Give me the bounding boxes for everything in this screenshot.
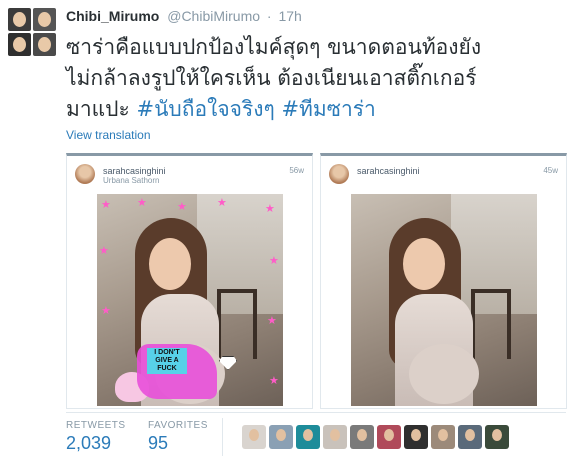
view-translation-link[interactable]: View translation — [66, 128, 151, 142]
card-avatar[interactable] — [329, 164, 349, 184]
photo-chair — [217, 289, 257, 359]
photo-face — [149, 238, 191, 290]
favoriters-row — [242, 425, 509, 449]
favorites-label: FAVORITES — [148, 420, 208, 431]
star-icon: ★ — [267, 315, 277, 327]
sticker-caption: I DON'T GIVE A FUCK — [147, 348, 187, 374]
card-avatar[interactable] — [75, 164, 95, 184]
tweet-text-line: ซาร่าคือแบบปกป้องไมค์สุดๆ ขนาดตอนท้องยัง — [66, 35, 482, 59]
avatar-tile — [33, 8, 56, 31]
instagram-card[interactable]: sarahcasinghini Urbana Sathorn 56w I DON… — [66, 153, 313, 409]
tweet-text-fragment: มาแปะ — [66, 97, 137, 121]
separator: · — [266, 8, 272, 24]
hashtag-link[interactable]: #นับถือใจจริงๆ — [136, 97, 274, 121]
star-icon: ★ — [99, 245, 109, 257]
card-photo[interactable]: I DON'T GIVE A FUCK ★ ★ ★ ★ ★ ★ ★ ★ ★ ★ — [97, 194, 283, 406]
card-age: 56w — [289, 166, 304, 175]
retweets-label: RETWEETS — [66, 420, 126, 431]
user-avatar[interactable] — [296, 425, 320, 449]
card-photo[interactable] — [351, 194, 537, 406]
hashtag-link[interactable]: #ทีมซาร่า — [281, 97, 375, 121]
retweets-count[interactable]: 2,039 — [66, 433, 126, 454]
user-avatar[interactable] — [458, 425, 482, 449]
stats-separator — [222, 418, 223, 456]
star-icon: ★ — [269, 375, 279, 387]
star-icon: ★ — [137, 197, 147, 209]
user-avatar[interactable] — [242, 425, 266, 449]
photo-belly — [409, 344, 479, 404]
card-age: 45w — [543, 166, 558, 175]
favorites-stat[interactable]: FAVORITES 95 — [148, 420, 208, 454]
tweet-text-line: มาแปะ #นับถือใจจริงๆ #ทีมซาร่า — [66, 94, 566, 125]
star-icon: ★ — [177, 201, 187, 213]
photo-chair — [471, 289, 511, 359]
user-handle[interactable]: @ChibiMirumo — [167, 8, 260, 24]
card-location[interactable]: Urbana Sathorn — [103, 176, 159, 185]
tweet-header: Chibi_Mirumo @ChibiMirumo · 17h — [66, 8, 302, 24]
photo-face — [403, 238, 445, 290]
stats-divider — [66, 412, 566, 413]
display-name[interactable]: Chibi_Mirumo — [66, 8, 159, 24]
user-avatar[interactable] — [431, 425, 455, 449]
avatar-tile — [33, 33, 56, 56]
star-icon: ★ — [101, 305, 111, 317]
card-username[interactable]: sarahcasinghini — [357, 166, 420, 176]
user-avatar[interactable] — [404, 425, 428, 449]
user-avatar[interactable] — [485, 425, 509, 449]
tweet-timestamp[interactable]: 17h — [278, 8, 301, 24]
user-avatar[interactable] — [269, 425, 293, 449]
retweets-stat[interactable]: RETWEETS 2,039 — [66, 420, 126, 454]
card-username[interactable]: sarahcasinghini — [103, 166, 166, 176]
user-avatar[interactable] — [350, 425, 374, 449]
tweet-text: ซาร่าคือแบบปกป้องไมค์สุดๆ ขนาดตอนท้องยัง… — [66, 32, 566, 125]
profile-avatar[interactable] — [8, 8, 56, 56]
instagram-card[interactable]: sarahcasinghini 45w — [320, 153, 567, 409]
user-avatar[interactable] — [377, 425, 401, 449]
star-icon: ★ — [101, 199, 111, 211]
avatar-tile — [8, 8, 31, 31]
user-avatar[interactable] — [323, 425, 347, 449]
avatar-tile — [8, 33, 31, 56]
favorites-count[interactable]: 95 — [148, 433, 208, 454]
tweet-text-line: ไม่กล้าลงรูปให้ใครเห็น ต้องเนียนเอาสติ๊ก… — [66, 66, 477, 90]
